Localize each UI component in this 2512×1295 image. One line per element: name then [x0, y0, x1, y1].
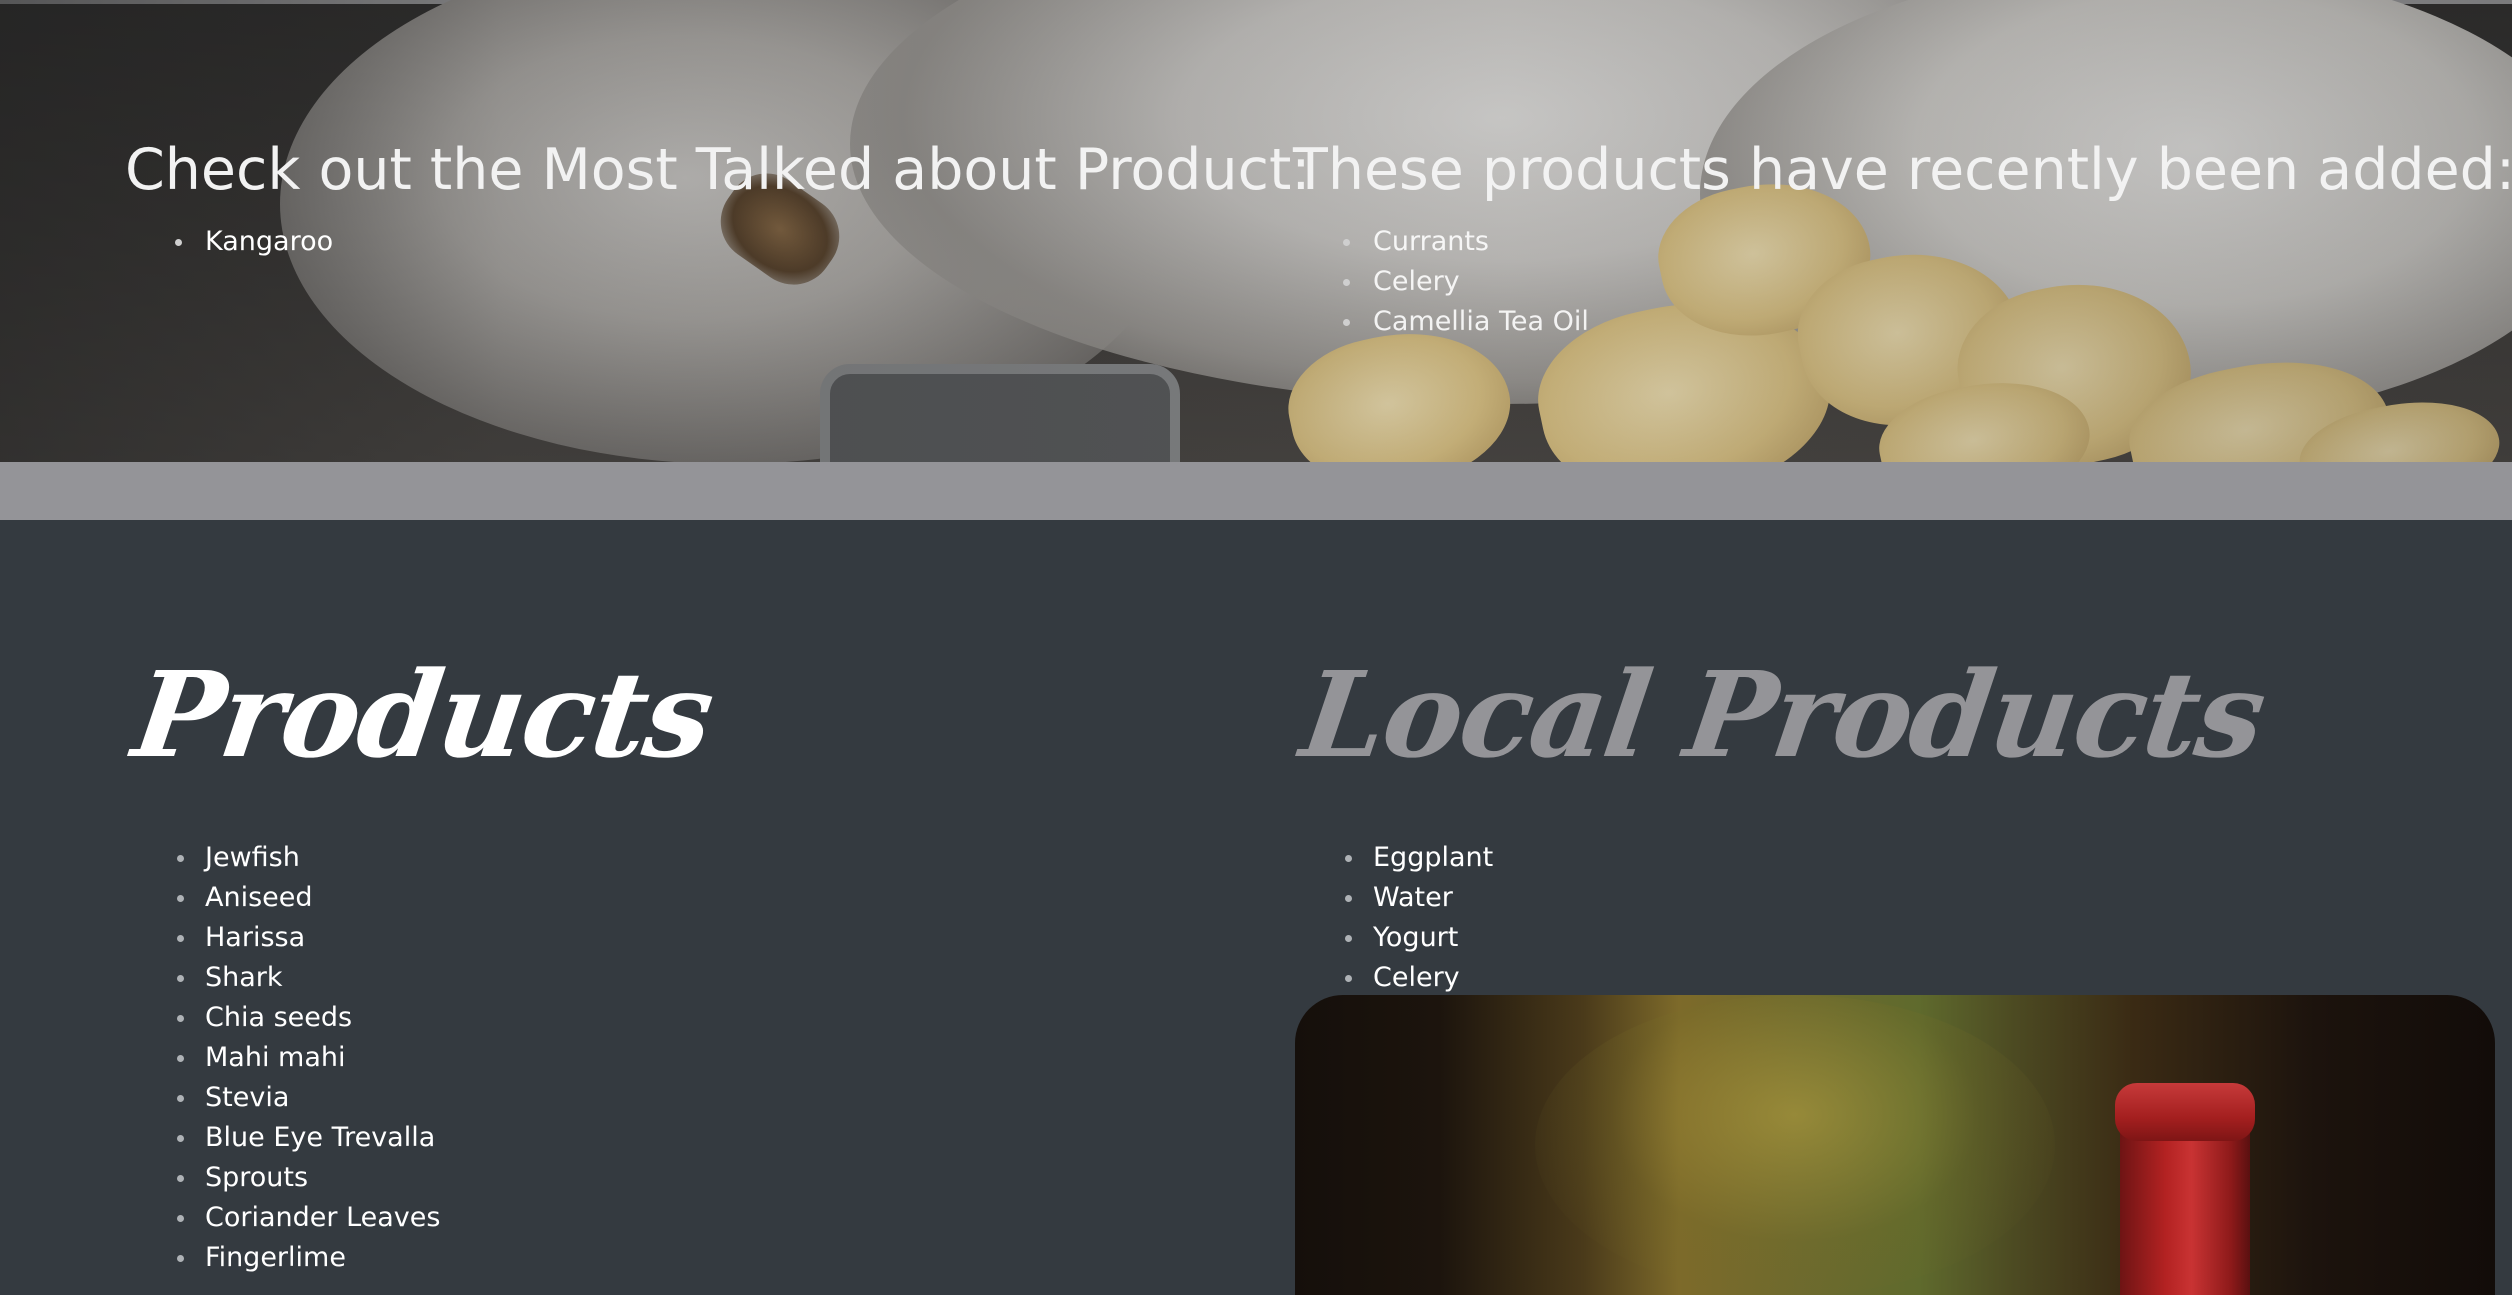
list-item: Currants	[1293, 222, 2512, 262]
local-products-list: Eggplant Water Yogurt Celery	[1293, 838, 2252, 998]
list-item: Sprouts	[125, 1158, 700, 1198]
hero-banner: Check out the Most Talked about Product:…	[0, 0, 2512, 462]
products-heading: Products	[125, 645, 721, 784]
most-talked-about-heading: Check out the Most Talked about Product:	[125, 137, 1311, 203]
list-item: Chia seeds	[125, 998, 700, 1038]
local-products-section: Local Products Eggplant Water Yogurt Cel…	[1293, 640, 2272, 998]
products-section: Products Jewfish Aniseed Harissa Shark C…	[125, 640, 720, 1278]
recently-added-list: Currants Celery Camellia Tea Oil	[1293, 222, 2512, 342]
list-item: Eggplant	[1293, 838, 2252, 878]
list-item: Shark	[125, 958, 700, 998]
list-item: Aniseed	[125, 878, 700, 918]
section-divider-band	[0, 462, 2512, 520]
list-item: Water	[1293, 878, 2252, 918]
list-item: Yogurt	[1293, 918, 2252, 958]
bottle-cap	[2115, 1083, 2255, 1141]
list-item: Celery	[1293, 958, 2252, 998]
sauce-bottle-image	[1295, 995, 2495, 1295]
list-item: Blue Eye Trevalla	[125, 1118, 700, 1158]
products-list: Jewfish Aniseed Harissa Shark Chia seeds…	[125, 838, 700, 1278]
list-item: Mahi mahi	[125, 1038, 700, 1078]
list-item: Stevia	[125, 1078, 700, 1118]
list-item: Fingerlime	[125, 1238, 700, 1278]
list-item: Kangaroo	[125, 222, 1311, 262]
local-products-heading: Local Products	[1293, 645, 2272, 784]
recently-added-section: These products have recently been added:…	[1293, 130, 2512, 342]
most-talked-about-list: Kangaroo	[125, 222, 1311, 262]
list-item: Celery	[1293, 262, 2512, 302]
recently-added-heading: These products have recently been added:	[1293, 137, 2512, 203]
list-item: Jewfish	[125, 838, 700, 878]
list-item: Harissa	[125, 918, 700, 958]
list-item: Coriander Leaves	[125, 1198, 700, 1238]
most-talked-about-section: Check out the Most Talked about Product:…	[125, 130, 1311, 262]
list-item: Camellia Tea Oil	[1293, 302, 2512, 342]
